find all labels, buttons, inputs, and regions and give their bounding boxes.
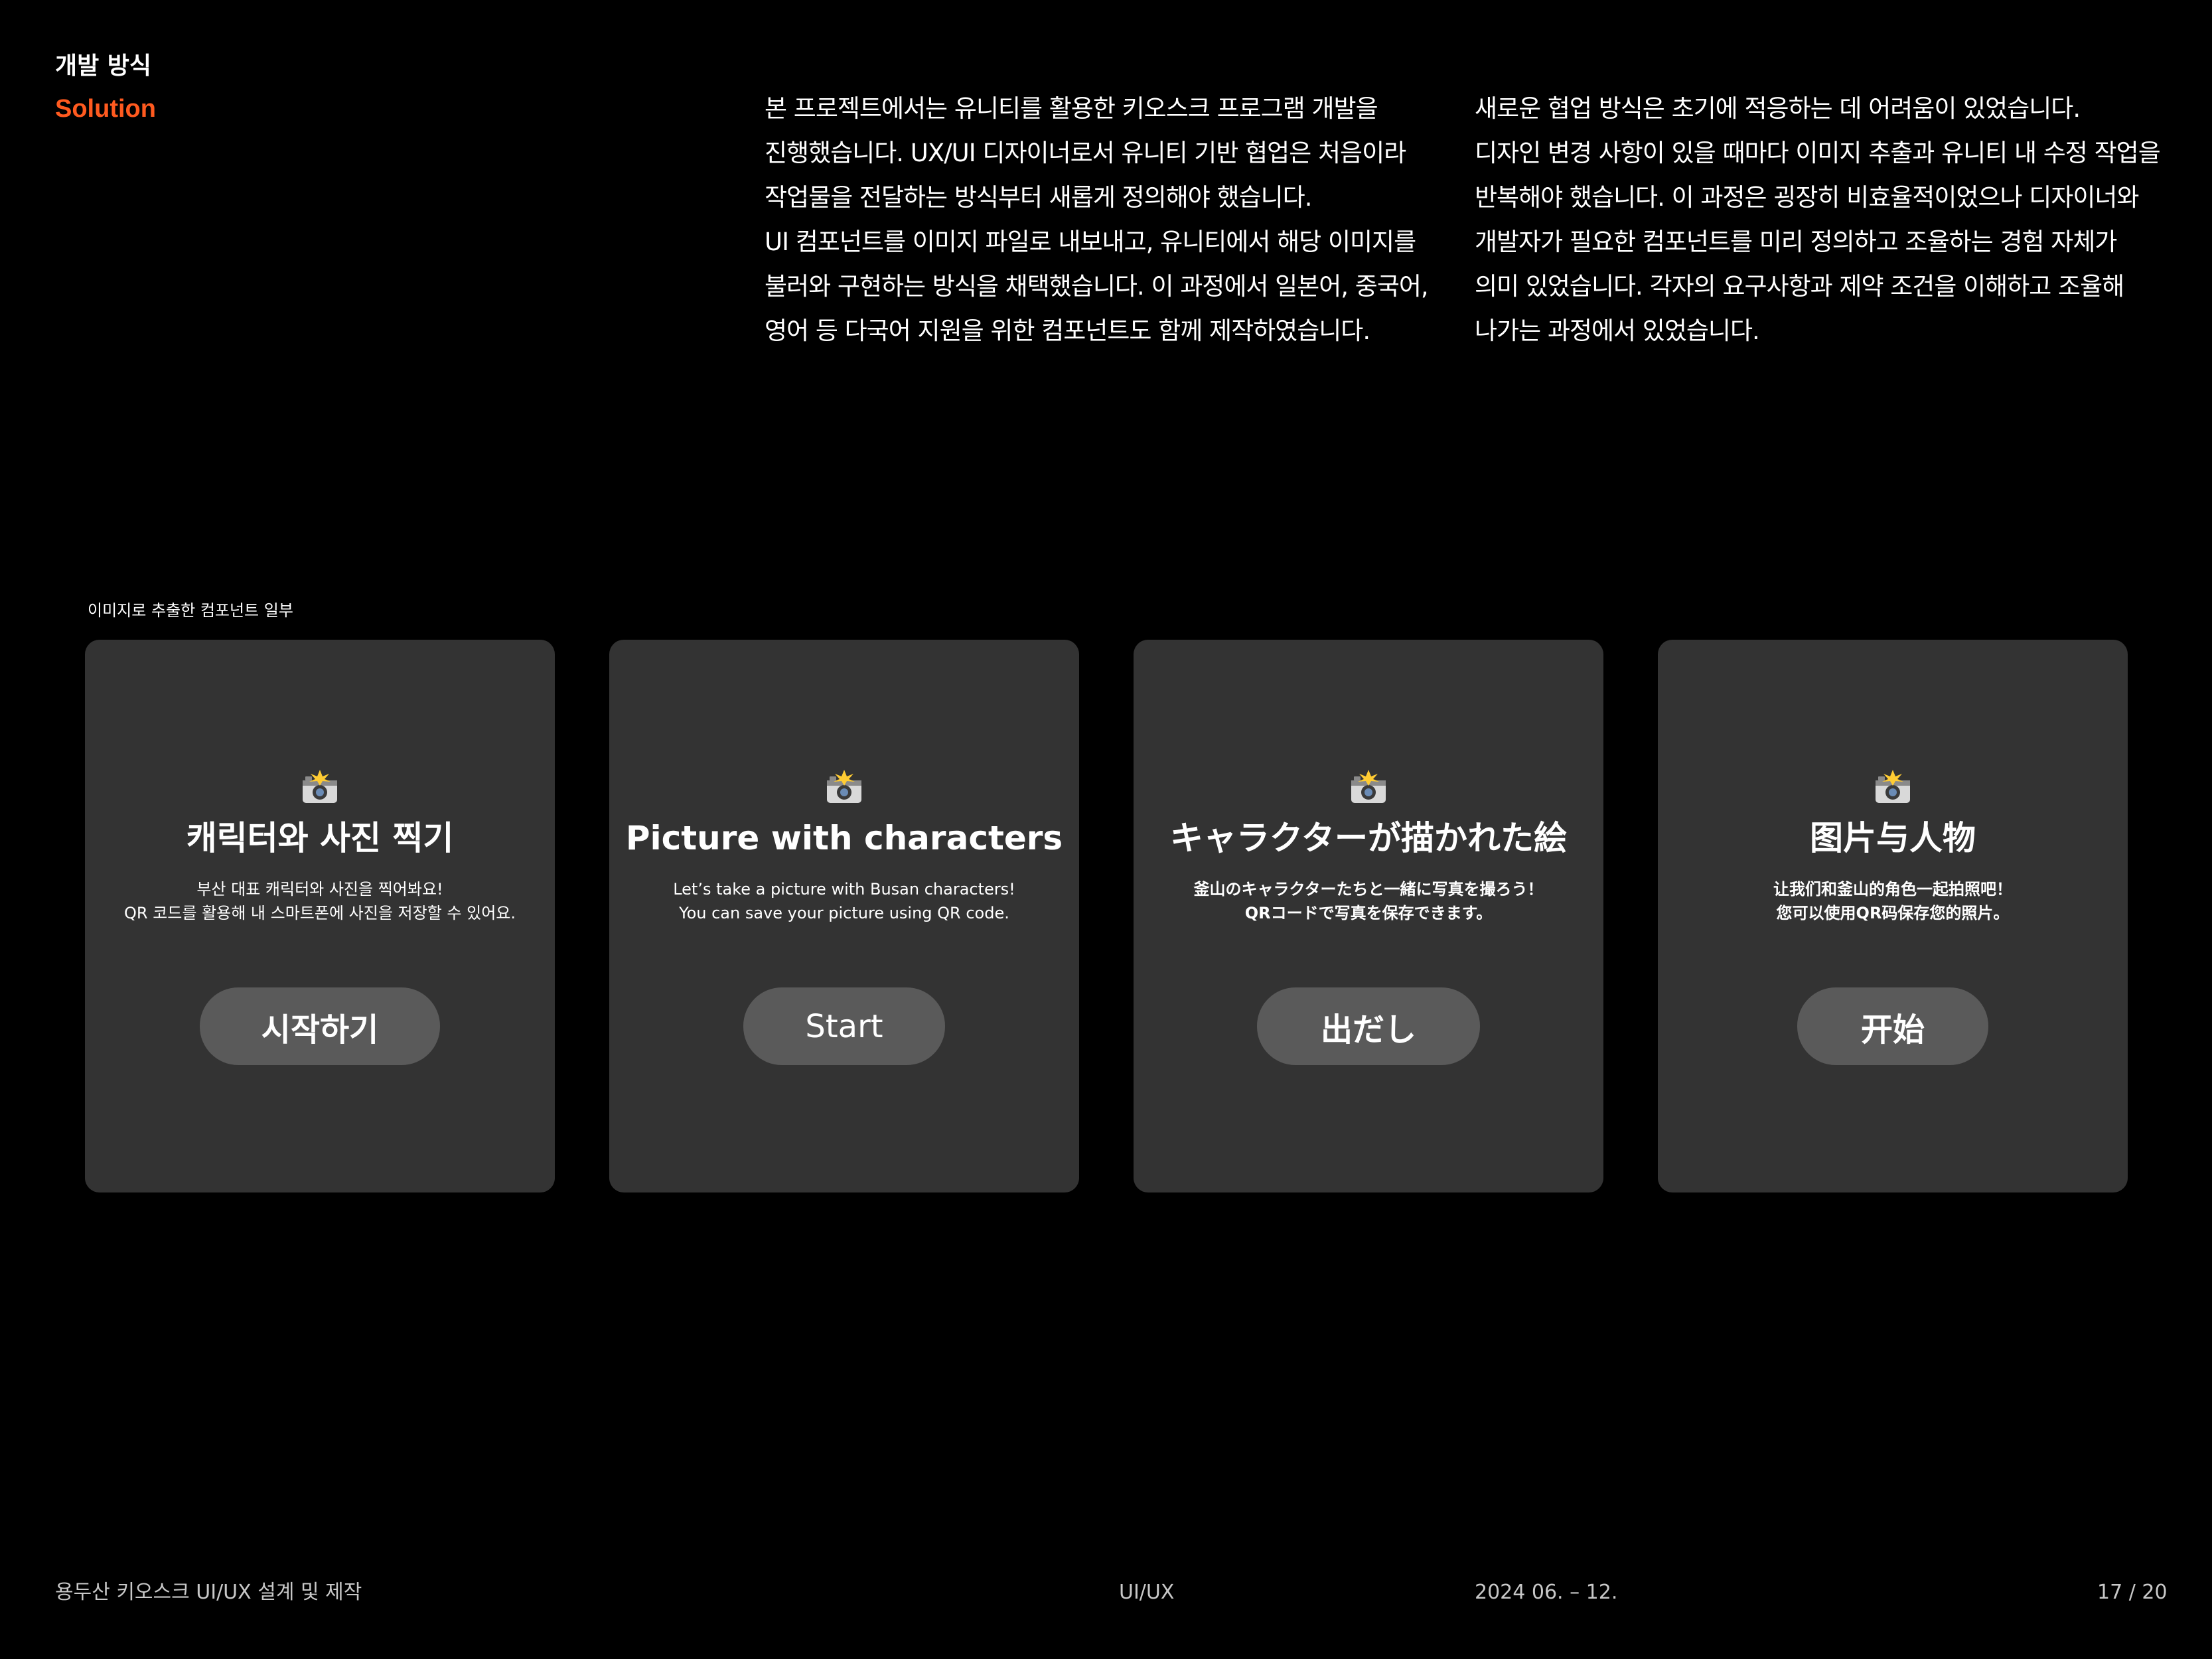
paragraph-line: 개발자가 필요한 컴포넌트를 미리 정의하고 조율하는 경험 자체가 <box>1475 228 2117 256</box>
card-description-line: 让我们和釜山的角色一起拍照吧！ <box>1773 880 2012 899</box>
paragraph-line: 의미 있었습니다. 각자의 요구사항과 제약 조건을 이해하고 조율해 <box>1475 272 2124 301</box>
card-description-line: 부산 대표 캐릭터와 사진을 찍어봐요! <box>196 880 443 899</box>
card-title: 캐릭터와 사진 찍기 <box>186 819 454 857</box>
card-description-line: 您可以使用QR码保存您的照片。 <box>1776 904 2010 922</box>
paragraph-line: 불러와 구현하는 방식을 채택했습니다. 이 과정에서 일본어, 중국어, <box>765 272 1429 301</box>
start-button-japanese[interactable]: 出だし <box>1257 987 1480 1065</box>
camera-flash-icon <box>303 770 337 803</box>
camera-flash-icon <box>827 770 861 803</box>
footer-project-name: 용두산 키오스크 UI/UX 설계 및 제작 <box>55 1581 362 1604</box>
kiosk-card-korean: 캐릭터와 사진 찍기 부산 대표 캐릭터와 사진을 찍어봐요! QR 코드를 활… <box>85 640 555 1192</box>
gallery-caption: 이미지로 추출한 컴포넌트 일부 <box>88 601 293 620</box>
card-title: キャラクターが描かれた絵 <box>1170 819 1567 857</box>
paragraph-line: 작업물을 전달하는 방식부터 새롭게 정의해야 했습니다. <box>765 183 1313 212</box>
start-button-korean[interactable]: 시작하기 <box>200 987 440 1065</box>
description-column-1: 본 프로젝트에서는 유니티를 활용한 키오스크 프로그램 개발을 진행했습니다.… <box>765 86 1455 353</box>
card-description-line: Let’s take a picture with Busan characte… <box>673 880 1015 899</box>
kiosk-card-chinese: 图片与人物 让我们和釜山的角色一起拍照吧！ 您可以使用QR码保存您的照片。 开始 <box>1658 640 2128 1192</box>
camera-flash-icon <box>1876 770 1910 803</box>
card-description-line: QRコードで写真を保存できます。 <box>1244 904 1493 922</box>
paragraph-line: 반복해야 했습니다. 이 과정은 굉장히 비효율적이었으나 디자이너와 <box>1475 183 2139 212</box>
card-description: Let’s take a picture with Busan characte… <box>609 877 1079 925</box>
kiosk-card-english: Picture with characters Let’s take a pic… <box>609 640 1079 1192</box>
card-description-line: QR 코드를 활용해 내 스마트폰에 사진을 저장할 수 있어요. <box>124 904 516 922</box>
kiosk-card-japanese: キャラクターが描かれた絵 釜山のキャラクターたちと一緒に写真を撮ろう！ QRコー… <box>1134 640 1603 1192</box>
start-button-english[interactable]: Start <box>743 987 945 1065</box>
description-column-2: 새로운 협업 방식은 초기에 적응하는 데 어려움이 있었습니다. 디자인 변경… <box>1475 86 2178 353</box>
card-title: 图片与人物 <box>1810 819 1976 857</box>
section-title: 개발 방식 <box>55 52 152 80</box>
footer-category: UI/UX <box>1119 1581 1175 1604</box>
start-button-chinese[interactable]: 开始 <box>1797 987 1988 1065</box>
paragraph-line: 진행했습니다. UX/UI 디자이너로서 유니티 기반 협업은 처음이라 <box>765 139 1406 167</box>
paragraph-line: 본 프로젝트에서는 유니티를 활용한 키오스크 프로그램 개발을 <box>765 94 1378 123</box>
section-subtitle: Solution <box>55 95 156 123</box>
card-description-line: You can save your picture using QR code. <box>679 904 1009 922</box>
card-description: 釜山のキャラクターたちと一緒に写真を撮ろう！ QRコードで写真を保存できます。 <box>1134 877 1603 925</box>
card-title: Picture with characters <box>625 819 1063 857</box>
paragraph-line: 새로운 협업 방식은 초기에 적응하는 데 어려움이 있었습니다. <box>1475 94 2081 123</box>
paragraph-line: 디자인 변경 사항이 있을 때마다 이미지 추출과 유니티 내 수정 작업을 <box>1475 139 2161 167</box>
card-description: 부산 대표 캐릭터와 사진을 찍어봐요! QR 코드를 활용해 내 스마트폰에 … <box>85 877 555 925</box>
paragraph-line: 영어 등 다국어 지원을 위한 컴포넌트도 함께 제작하였습니다. <box>765 317 1370 345</box>
page-number: 17 / 20 <box>2097 1581 2168 1604</box>
paragraph-line: UI 컴포넌트를 이미지 파일로 내보내고, 유니티에서 해당 이미지를 <box>765 228 1416 256</box>
camera-flash-icon <box>1351 770 1386 803</box>
card-description: 让我们和釜山的角色一起拍照吧！ 您可以使用QR码保存您的照片。 <box>1658 877 2128 925</box>
paragraph-line: 나가는 과정에서 있었습니다. <box>1475 317 1760 345</box>
card-description-line: 釜山のキャラクターたちと一緒に写真を撮ろう！ <box>1193 880 1544 899</box>
footer-period: 2024 06. – 12. <box>1475 1581 1618 1604</box>
